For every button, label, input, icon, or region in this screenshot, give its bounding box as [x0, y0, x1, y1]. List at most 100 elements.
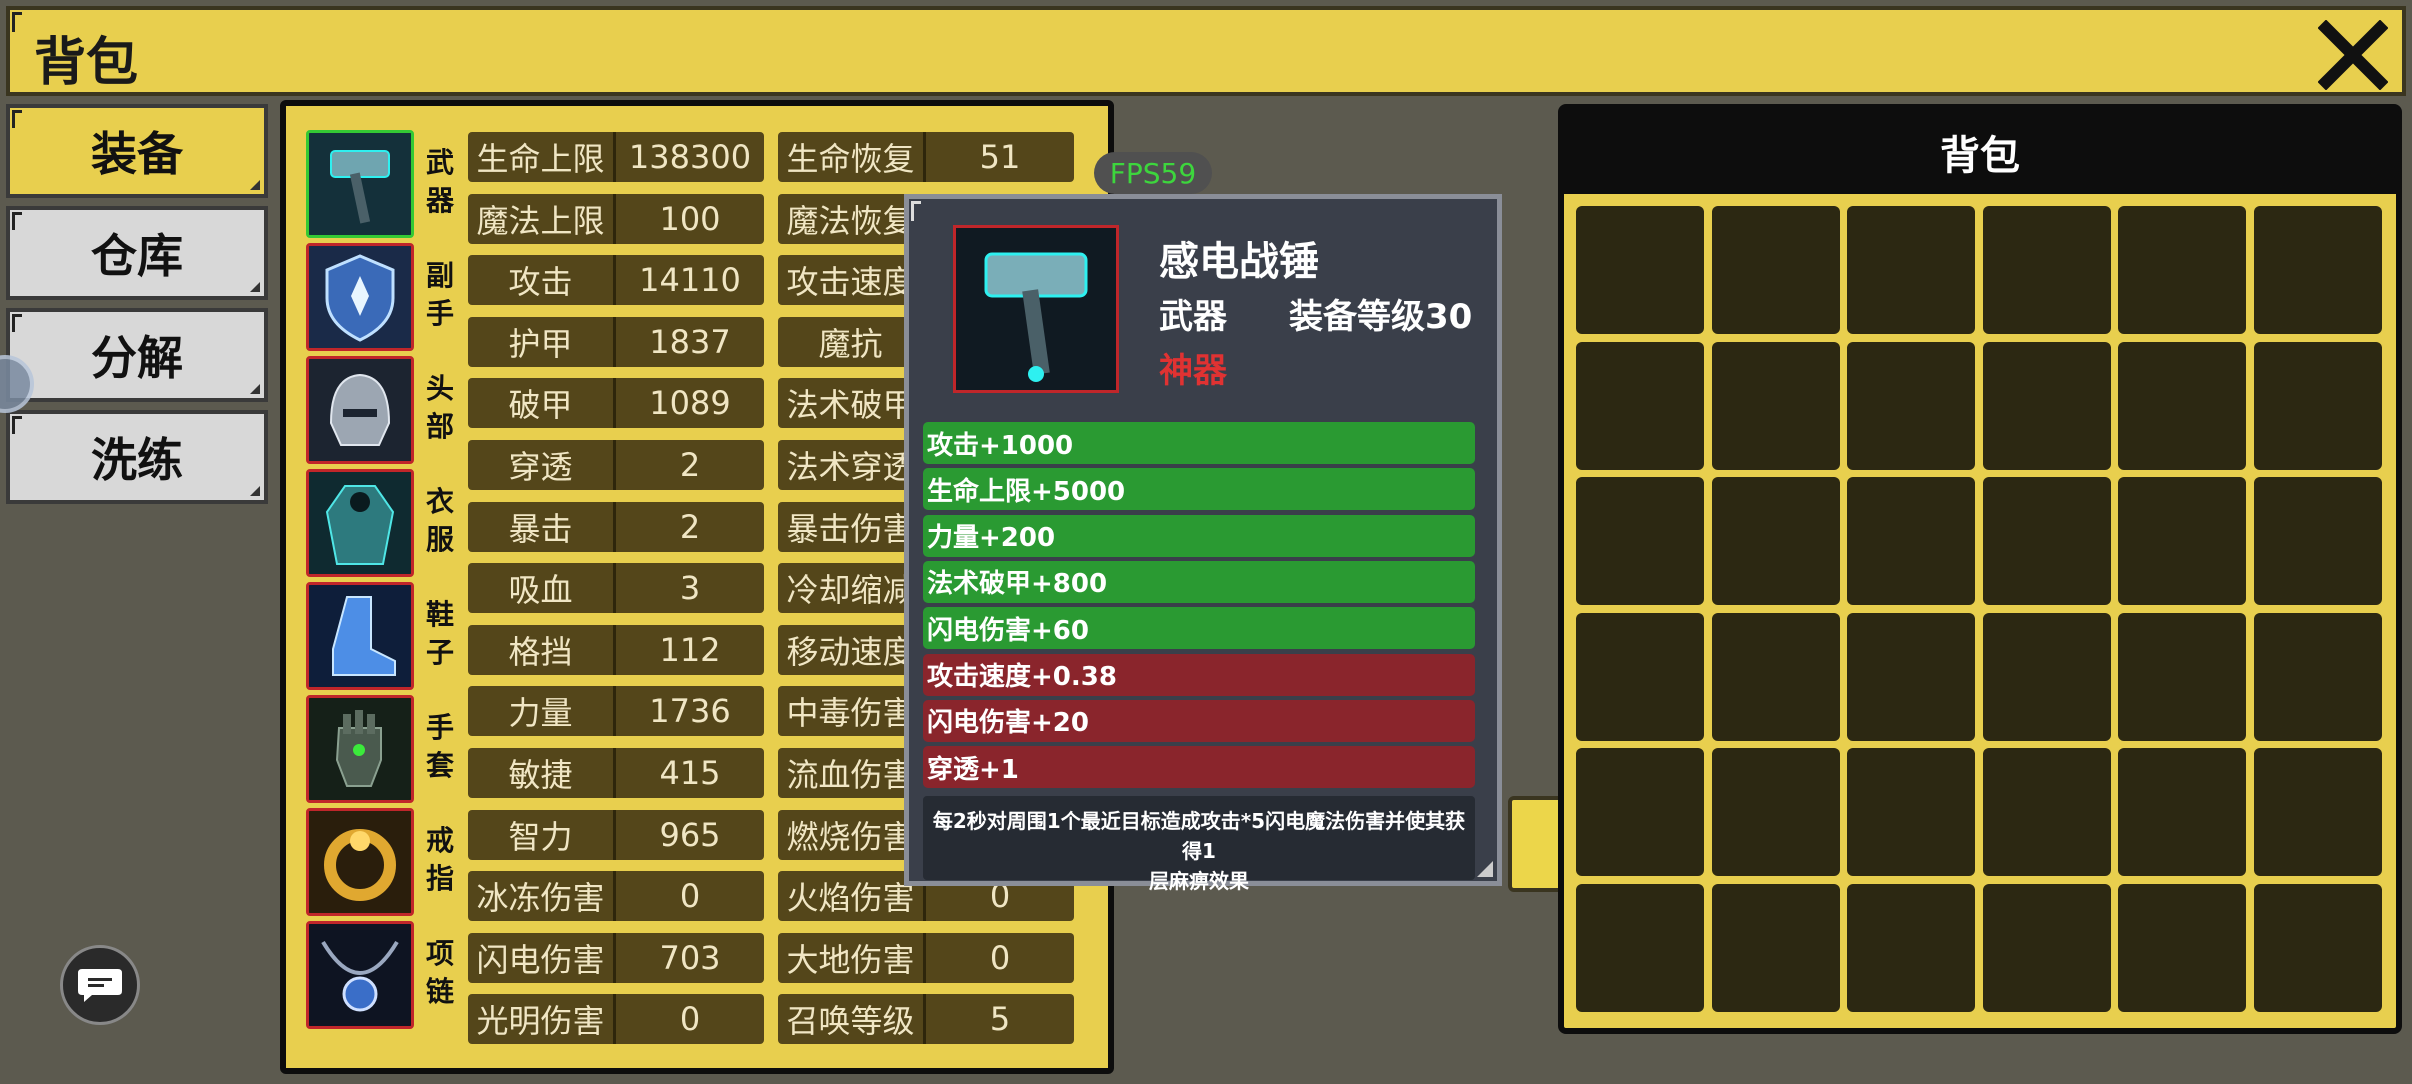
stat-name: 生命上限 — [468, 132, 616, 182]
bag-slot[interactable] — [1711, 748, 1840, 877]
description-line: 层麻痹效果 — [1149, 869, 1249, 893]
slot-label: 鞋子 — [425, 598, 454, 669]
bag-slot[interactable] — [1711, 884, 1840, 1012]
stat-name: 格挡 — [468, 624, 616, 675]
description-line: 每2秒对周围1个最近目标造成攻击*5闪电魔法伤害并使其获得1 — [932, 809, 1466, 863]
tab-equipment[interactable]: 装备 — [6, 104, 268, 198]
shield-icon[interactable] — [306, 243, 414, 351]
attribute-line: 攻击+1000 — [923, 422, 1475, 464]
bag-slot[interactable] — [2254, 612, 2382, 741]
slot-gloves[interactable]: 手套 — [306, 695, 486, 807]
bag-slot[interactable] — [1982, 341, 2111, 470]
necklace-icon[interactable] — [306, 921, 414, 1029]
stat-value: 100 — [616, 193, 764, 244]
slot-ring[interactable]: 戒指 — [306, 808, 486, 920]
bag-slot[interactable] — [2254, 341, 2382, 470]
slot-label: 衣服 — [425, 485, 454, 556]
bag-slot[interactable] — [1982, 206, 2111, 334]
helmet-icon[interactable] — [306, 356, 414, 464]
stat-name: 穿透 — [468, 440, 616, 490]
tab-refine[interactable]: 洗练 — [6, 410, 268, 504]
bag-slot[interactable] — [1576, 612, 1704, 741]
bag-slot[interactable] — [1847, 612, 1976, 741]
attribute-line: 穿透+1 — [923, 746, 1475, 789]
stat-name: 吸血 — [468, 563, 616, 614]
bag-slot[interactable] — [1847, 748, 1976, 877]
stat-value: 2 — [616, 440, 764, 490]
bag-slot[interactable] — [2118, 748, 2247, 877]
bag-title: 背包 — [1564, 110, 2396, 194]
bag-slot[interactable] — [1982, 748, 2111, 877]
bag-slot[interactable] — [1711, 206, 1840, 334]
stat-name: 召唤等级 — [778, 994, 926, 1045]
stat-value: 1089 — [616, 378, 764, 429]
bag-slot[interactable] — [1982, 884, 2111, 1012]
stat-name: 暴击 — [468, 501, 616, 552]
stat-value: 703 — [616, 932, 764, 983]
bag-slot[interactable] — [2254, 884, 2382, 1012]
stat-value: 2 — [616, 501, 764, 552]
bag-slot[interactable] — [1847, 884, 1976, 1012]
bag-slot[interactable] — [2118, 884, 2247, 1012]
slot-label: 副手 — [425, 259, 454, 330]
stat-name: 光明伤害 — [468, 994, 616, 1045]
slot-feet[interactable]: 鞋子 — [306, 582, 486, 694]
item-type: 武器 — [1159, 297, 1227, 337]
attribute-line: 闪电伤害+20 — [923, 699, 1475, 742]
ring-icon[interactable] — [306, 808, 414, 916]
bag-slot[interactable] — [1576, 884, 1704, 1012]
slot-weapon[interactable]: 武器 — [306, 130, 486, 242]
robe-icon[interactable] — [306, 469, 414, 577]
bag-slot[interactable] — [1847, 206, 1976, 334]
tab-label: 装备 — [91, 127, 183, 181]
bag-slot[interactable] — [2118, 206, 2247, 334]
bag-slot[interactable] — [2118, 341, 2247, 470]
bag-slot[interactable] — [1576, 206, 1704, 334]
slot-offhand[interactable]: 副手 — [306, 243, 486, 355]
bag-slot[interactable] — [1982, 612, 2111, 741]
hammer-icon[interactable] — [306, 130, 414, 238]
bag-slot[interactable] — [2254, 748, 2382, 877]
slot-body[interactable]: 衣服 — [306, 469, 486, 581]
bag-slot[interactable] — [1576, 748, 1704, 877]
slot-necklace[interactable]: 项链 — [306, 921, 486, 1033]
stat-value: 0 — [926, 932, 1074, 983]
tab-decompose[interactable]: 分解 — [6, 308, 268, 402]
resize-corner-icon — [1477, 861, 1493, 877]
bag-slot[interactable] — [1847, 477, 1976, 606]
boots-icon[interactable] — [306, 582, 414, 690]
bag-slot[interactable] — [2118, 612, 2247, 741]
bag-slot[interactable] — [2254, 477, 2382, 606]
stat-name: 破甲 — [468, 378, 616, 429]
bag-slot[interactable] — [2118, 477, 2247, 606]
slot-label: 项链 — [425, 937, 454, 1008]
bag-slot[interactable] — [1711, 477, 1840, 606]
tab-warehouse[interactable]: 仓库 — [6, 206, 268, 300]
bag-slot[interactable] — [1847, 341, 1976, 470]
stat-name: 智力 — [468, 809, 616, 860]
close-icon[interactable] — [2318, 20, 2388, 90]
bag-slot[interactable] — [1982, 477, 2111, 606]
stat-name: 冰冻伤害 — [468, 871, 616, 922]
attribute-line: 生命上限+5000 — [923, 468, 1475, 511]
stat-name: 魔法上限 — [468, 193, 616, 244]
chat-button[interactable] — [60, 945, 140, 1025]
stat-value: 51 — [926, 132, 1074, 182]
bag-slot[interactable] — [1576, 341, 1704, 470]
bag-slot[interactable] — [2254, 206, 2382, 334]
bag-slot[interactable] — [1576, 477, 1704, 606]
hammer-icon — [953, 225, 1119, 393]
stat-name: 闪电伤害 — [468, 932, 616, 983]
stat-value: 415 — [616, 748, 764, 798]
bag-slot[interactable] — [1711, 341, 1840, 470]
stat-value: 14110 — [616, 255, 764, 306]
slot-label: 头部 — [425, 372, 454, 443]
stat-value: 0 — [616, 871, 764, 922]
gauntlet-icon[interactable] — [306, 695, 414, 803]
fps-counter: FPS59 — [1094, 152, 1212, 194]
stat-name: 大地伤害 — [778, 932, 926, 983]
bag-slot[interactable] — [1711, 612, 1840, 741]
attribute-line: 攻击速度+0.38 — [923, 653, 1475, 696]
slot-label: 手套 — [425, 711, 454, 782]
slot-head[interactable]: 头部 — [306, 356, 486, 468]
